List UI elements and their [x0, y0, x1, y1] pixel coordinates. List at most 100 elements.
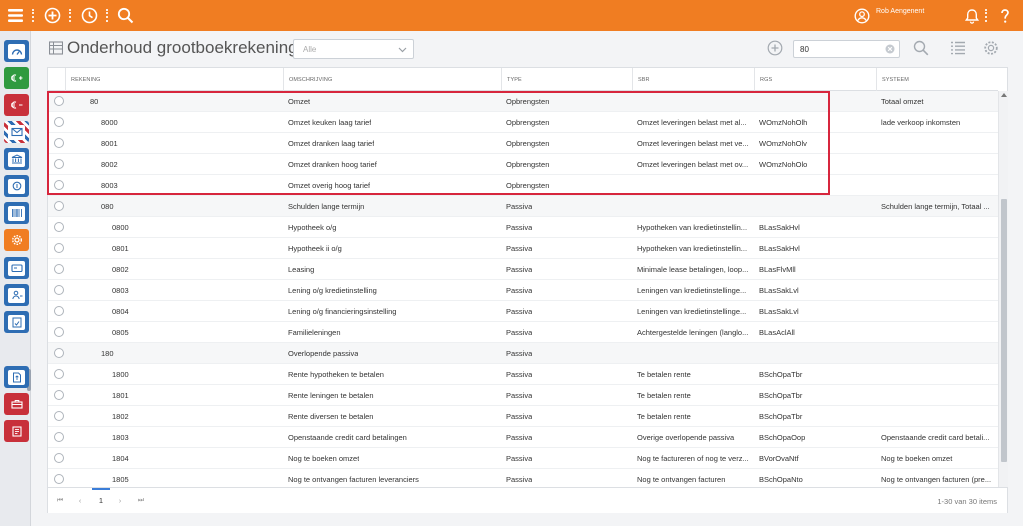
row-select-radio[interactable]	[54, 117, 64, 127]
sidebar-item-reports[interactable]	[4, 311, 29, 333]
row-select-radio[interactable]	[54, 369, 64, 379]
column-header-rgs[interactable]: RGS	[754, 68, 876, 91]
table-row[interactable]: 080 Schulden lange termijn Passiva Schulden…	[48, 196, 998, 217]
row-select-radio[interactable]	[54, 390, 64, 400]
column-chooser-icon[interactable]	[950, 40, 966, 56]
row-select-radio[interactable]	[54, 285, 64, 295]
sidebar-item-purchases[interactable]	[4, 94, 29, 116]
row-select-radio[interactable]	[54, 432, 64, 442]
table-row[interactable]: 0800 Hypotheek o/g Passiva Hypotheken van k…	[48, 217, 998, 238]
menu-icon[interactable]	[6, 6, 25, 25]
row-select-radio[interactable]	[54, 453, 64, 463]
search-input[interactable]	[793, 40, 900, 58]
cell-sbr: Te betalen rente	[637, 391, 691, 400]
cell-omschrijving: Familieleningen	[288, 328, 341, 337]
sidebar-item-barcode[interactable]	[4, 202, 29, 224]
prev-page-icon[interactable]: ‹	[76, 497, 84, 505]
table-row[interactable]: 180 Overlopende passiva Passiva	[48, 343, 998, 364]
table-row[interactable]: 0802 Leasing Passiva Minimale lease betalin…	[48, 259, 998, 280]
table-row[interactable]: 1800 Rente hypotheken te betalen Passiva Te…	[48, 364, 998, 385]
add-icon[interactable]	[767, 40, 783, 56]
table-row[interactable]: 80 Omzet Opbrengsten Totaal omzet	[48, 91, 998, 112]
cell-rgs: WOmzNohOlo	[759, 160, 808, 169]
cell-type: Passiva	[506, 433, 533, 442]
sidebar-item-relations[interactable]	[4, 284, 29, 306]
page-number[interactable]: 1	[92, 496, 110, 505]
row-select-radio[interactable]	[54, 180, 64, 190]
notifications-icon[interactable]	[962, 6, 981, 25]
next-page-icon[interactable]: ›	[116, 497, 124, 505]
column-header-omschrijving[interactable]: OMSCHRIJVING	[283, 68, 501, 91]
scrollbar-thumb[interactable]	[1001, 199, 1007, 462]
sidebar-item-cards[interactable]	[4, 257, 29, 279]
row-select-radio[interactable]	[54, 348, 64, 358]
help-icon[interactable]	[995, 6, 1014, 25]
sidebar-item-notes[interactable]	[4, 420, 29, 442]
filter-select[interactable]: Alle	[293, 39, 414, 59]
search-icon[interactable]	[913, 40, 929, 56]
cell-omschrijving: Rente hypotheken te betalen	[288, 370, 384, 379]
row-select-radio[interactable]	[54, 222, 64, 232]
table-row[interactable]: 1803 Openstaande credit card betalingen Pa…	[48, 427, 998, 448]
table-row[interactable]: 1805 Nog te ontvangen facturen leverancie…	[48, 469, 998, 487]
row-select-radio[interactable]	[54, 243, 64, 253]
row-select-radio[interactable]	[54, 138, 64, 148]
row-select-radio[interactable]	[54, 264, 64, 274]
column-header-type[interactable]: TYPE	[501, 68, 632, 91]
row-select-radio[interactable]	[54, 201, 64, 211]
sidebar-item-documents[interactable]	[4, 366, 29, 388]
sidebar-item-toolbox[interactable]	[4, 393, 29, 415]
row-select-radio[interactable]	[54, 159, 64, 169]
column-header-rekening[interactable]: REKENING	[65, 68, 284, 91]
cell-systeem: Nog te boeken omzet	[881, 454, 953, 463]
cell-rgs: BSchOpaTbr	[759, 370, 803, 379]
sidebar-item-mail[interactable]	[4, 121, 29, 143]
sidebar-item-dashboard[interactable]	[4, 40, 29, 62]
search-icon[interactable]	[116, 6, 135, 25]
table-row[interactable]: 0805 Familieleningen Passiva Achtergestelde…	[48, 322, 998, 343]
sidebar-item-sales[interactable]	[4, 67, 29, 89]
report-icon	[12, 317, 21, 327]
gear-icon[interactable]	[983, 40, 999, 56]
cell-omschrijving: Nog te ontvangen facturen leveranciers	[288, 475, 419, 484]
last-page-icon[interactable]: ⏭	[137, 497, 145, 505]
column-header-systeem[interactable]: SYSTEEM	[876, 68, 998, 91]
current-page-indicator	[92, 488, 110, 490]
row-select-radio[interactable]	[54, 327, 64, 337]
scroll-up-icon[interactable]	[1001, 93, 1007, 97]
user-name[interactable]: Rob Aengenent	[876, 8, 924, 15]
table-row[interactable]: 0804 Lening o/g financieringsinstelling Pa…	[48, 301, 998, 322]
cell-rgs: BVorOvaNtf	[759, 454, 799, 463]
cell-omschrijving: Leasing	[288, 265, 315, 274]
cell-omschrijving: Omzet keuken laag tarief	[288, 118, 372, 127]
vertical-scrollbar[interactable]	[998, 91, 1008, 487]
cell-rgs: WOmzNohOlh	[759, 118, 808, 127]
table-row[interactable]: 8001 Omzet dranken laag tarief Opbrengsten…	[48, 133, 998, 154]
cell-type: Passiva	[506, 349, 533, 358]
clear-icon[interactable]	[885, 44, 895, 54]
row-select-radio[interactable]	[54, 306, 64, 316]
row-select-radio[interactable]	[54, 96, 64, 106]
table-row[interactable]: 0801 Hypotheek ii o/g Passiva Hypotheken va…	[48, 238, 998, 259]
cell-rgs: BSchOpaTbr	[759, 412, 803, 421]
column-header-sbr[interactable]: SBR	[632, 68, 754, 91]
first-page-icon[interactable]: ⏮	[56, 497, 64, 505]
sidebar-item-settings[interactable]	[4, 229, 29, 251]
table-row[interactable]: 8000 Omzet keuken laag tarief Opbrengsten O…	[48, 112, 998, 133]
table-row[interactable]: 8003 Omzet overig hoog tarief Opbrengsten	[48, 175, 998, 196]
user-icon[interactable]	[852, 6, 871, 25]
table-row[interactable]: 1804 Nog te boeken omzet Passiva Nog te fac…	[48, 448, 998, 469]
table-row[interactable]: 1801 Rente leningen te betalen Passiva Te b…	[48, 385, 998, 406]
row-select-radio[interactable]	[54, 411, 64, 421]
cell-rekening: 0800	[112, 223, 129, 232]
filter-select-value: Alle	[303, 45, 317, 54]
table-row[interactable]: 1802 Rente diversen te betalen Passiva Te b…	[48, 406, 998, 427]
cell-rgs: BLasAclAll	[759, 328, 795, 337]
add-icon[interactable]	[43, 6, 62, 25]
row-select-radio[interactable]	[54, 474, 64, 484]
history-icon[interactable]	[80, 6, 99, 25]
table-row[interactable]: 8002 Omzet dranken hoog tarief Opbrengsten…	[48, 154, 998, 175]
table-row[interactable]: 0803 Lening o/g kredietinstelling Passiva L…	[48, 280, 998, 301]
sidebar-item-bank[interactable]	[4, 148, 29, 170]
sidebar-item-finance[interactable]	[4, 175, 29, 197]
